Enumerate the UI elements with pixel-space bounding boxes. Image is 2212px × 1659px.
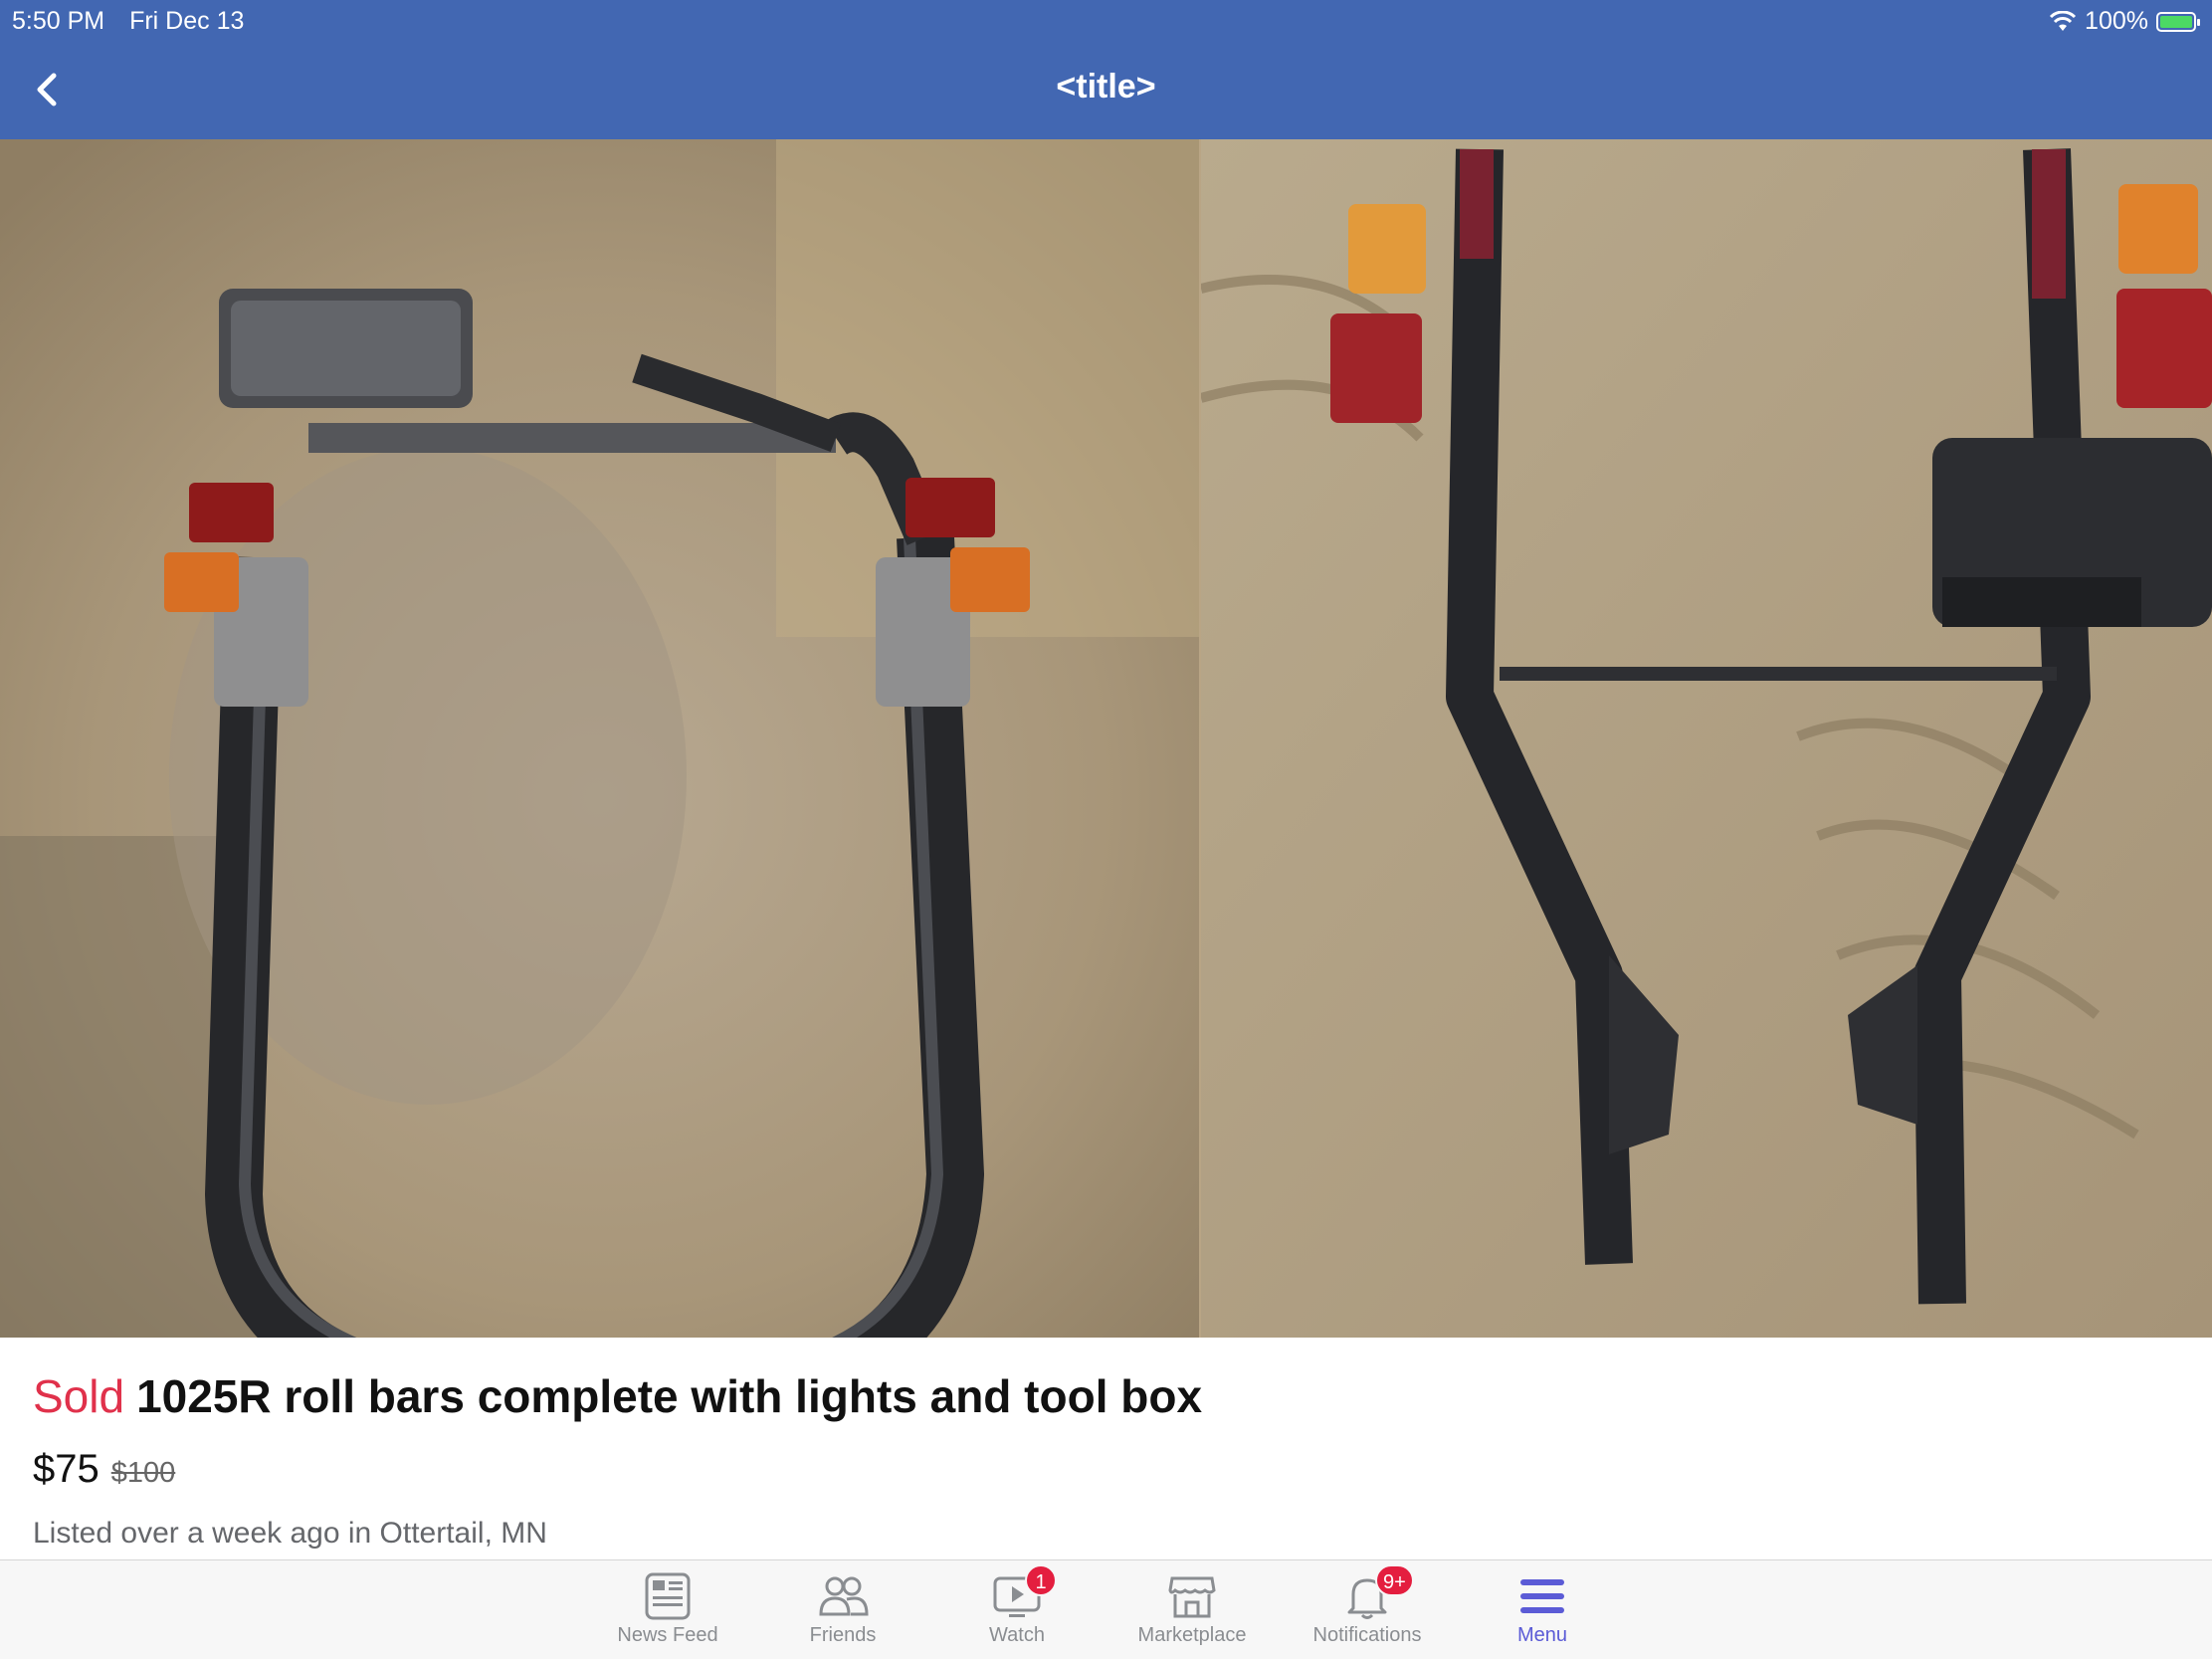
original-price: $100 xyxy=(110,1457,176,1489)
listing-price: $75 xyxy=(33,1447,100,1491)
tab-menu[interactable]: Menu xyxy=(1463,1570,1622,1656)
tab-marketplace-label: Marketplace xyxy=(1137,1624,1247,1646)
sold-label: Sold xyxy=(33,1370,125,1422)
tab-menu-label: Menu xyxy=(1516,1624,1568,1646)
wifi-icon xyxy=(2049,10,2077,31)
watch-badge: 1 xyxy=(1025,1564,1057,1596)
listing-title: 1025R roll bars complete with lights and… xyxy=(136,1370,1203,1422)
tab-watch[interactable]: 1 Watch xyxy=(937,1564,1097,1656)
news-feed-icon xyxy=(645,1572,691,1620)
marketplace-listing-screen: 5:50 PM Fri Dec 13 100% <title> Sold 102… xyxy=(0,0,2212,1659)
status-date: Fri Dec 13 xyxy=(129,7,245,35)
tab-watch-label: Watch xyxy=(989,1624,1045,1646)
tab-marketplace[interactable]: Marketplace xyxy=(1112,1570,1272,1656)
marketplace-icon xyxy=(1168,1576,1216,1618)
header: 5:50 PM Fri Dec 13 100% <title> xyxy=(0,0,2212,139)
status-left: 5:50 PM Fri Dec 13 xyxy=(12,7,262,36)
tab-friends-label: Friends xyxy=(809,1624,877,1646)
battery-percent: 100% xyxy=(2085,7,2148,35)
tab-bar: News Feed Friends 1 Watch Marketplace 9+… xyxy=(0,1559,2212,1659)
status-time: 5:50 PM xyxy=(12,7,105,35)
tab-news-feed[interactable]: News Feed xyxy=(588,1570,747,1656)
tab-notifications[interactable]: 9+ Notifications xyxy=(1288,1564,1447,1656)
status-bar: 5:50 PM Fri Dec 13 100% xyxy=(0,0,2212,40)
notifications-badge: 9+ xyxy=(1375,1564,1414,1596)
listing-details: Sold 1025R roll bars complete with lights… xyxy=(0,1338,2212,1560)
listing-photo-roll-bar xyxy=(0,139,1199,1338)
listing-photos[interactable] xyxy=(0,139,2212,1338)
listing-photo-roll-bar-uprights xyxy=(1201,139,2212,1338)
tab-friends[interactable]: Friends xyxy=(763,1570,922,1656)
tab-notifications-label: Notifications xyxy=(1312,1624,1422,1646)
menu-icon xyxy=(1520,1579,1564,1613)
price-line: $75 $100 xyxy=(33,1447,175,1492)
listing-meta: Listed over a week ago in Ottertail, MN xyxy=(33,1517,547,1550)
battery-icon xyxy=(2156,11,2200,32)
friends-icon xyxy=(819,1576,869,1616)
listing-title-line: Sold 1025R roll bars complete with lights… xyxy=(33,1369,1202,1423)
tab-news-feed-label: News Feed xyxy=(617,1624,718,1646)
page-title: <title> xyxy=(1056,68,1156,105)
status-right: 100% xyxy=(2049,7,2200,36)
